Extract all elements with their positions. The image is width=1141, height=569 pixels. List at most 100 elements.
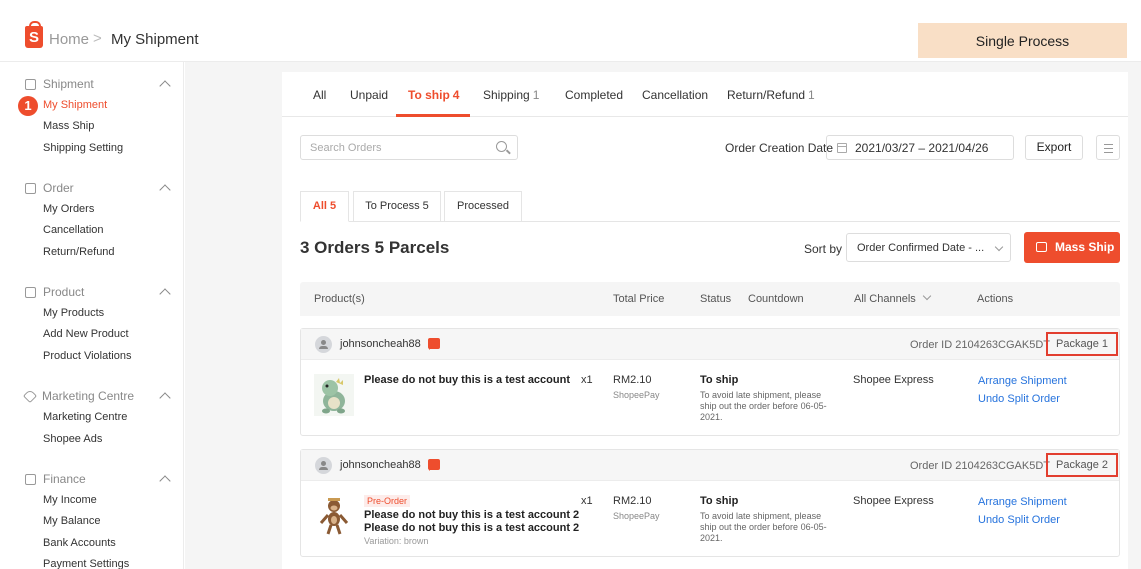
sort-select[interactable]: Order Confirmed Date - ... (846, 233, 1011, 262)
tab-label: Return/Refund (727, 88, 806, 102)
sidebar-section-shipment[interactable]: Shipment (25, 77, 94, 91)
column-channels: All Channels (854, 293, 916, 305)
undo-split-order-link[interactable]: Undo Split Order (978, 514, 1060, 526)
sidebar-item-shipping-setting[interactable]: Shipping Setting (43, 142, 123, 154)
date-range-value: 2021/03/27 – 2021/04/26 (855, 141, 989, 155)
tab-label: Completed (565, 88, 624, 102)
tab-completed[interactable]: Completed (565, 88, 623, 102)
product-thumbnail[interactable] (314, 495, 354, 537)
chat-icon[interactable] (428, 338, 440, 350)
sidebar-item-return-refund[interactable]: Return/Refund (43, 246, 115, 258)
top-bar: S Home > My Shipment Single Process (0, 0, 1141, 62)
tab-return-refund[interactable]: Return/Refund 1 (727, 88, 815, 102)
shopee-logo-icon[interactable]: S (25, 21, 43, 48)
product-thumbnail[interactable] (314, 374, 354, 416)
column-product: Product(s) (314, 293, 365, 305)
sidebar-section-product[interactable]: Product (25, 285, 84, 299)
sidebar-section-label: Order (43, 181, 74, 195)
search-orders[interactable] (300, 135, 518, 160)
sidebar-item-add-new-product[interactable]: Add New Product (43, 328, 129, 340)
sidebar-item-my-products[interactable]: My Products (43, 307, 104, 319)
tab-label: Cancellation (642, 88, 709, 102)
tab-unpaid[interactable]: Unpaid (350, 88, 388, 102)
undo-split-order-link[interactable]: Undo Split Order (978, 393, 1060, 405)
order-price: RM2.10 (613, 495, 652, 507)
tab-cancellation[interactable]: Cancellation (642, 88, 708, 102)
order-id: Order ID 2104263CGAK5DT (910, 339, 1051, 351)
shipment-icon (25, 78, 36, 90)
product-variation: Variation: brown (364, 536, 429, 546)
sidebar-section-marketing[interactable]: Marketing Centre (22, 388, 134, 404)
breadcrumb-separator-icon: > (93, 30, 102, 47)
arrange-shipment-link[interactable]: Arrange Shipment (978, 496, 1067, 508)
sidebar-item-my-income[interactable]: My Income (43, 494, 97, 506)
tab-count: 1 (532, 88, 540, 102)
sidebar-item-bank-accounts[interactable]: Bank Accounts (43, 537, 116, 549)
sidebar-item-my-shipment[interactable]: My Shipment (43, 99, 107, 111)
tab-count: 1 (808, 88, 815, 102)
tab-label: Unpaid (350, 88, 389, 102)
mass-ship-label: Mass Ship (1055, 240, 1115, 254)
mass-ship-icon (1036, 242, 1047, 252)
sidebar-section-order[interactable]: Order (25, 181, 74, 195)
order-card: johnsoncheah88 Order ID 2104263CGAK5DT P… (300, 328, 1120, 436)
avatar (315, 457, 332, 474)
order-card-header: johnsoncheah88 Order ID 2104263CGAK5DT P… (301, 329, 1119, 360)
order-price: RM2.10 (613, 374, 652, 386)
tab-shipping[interactable]: Shipping 1 (483, 88, 539, 102)
sidebar-item-marketing-centre[interactable]: Marketing Centre (43, 411, 127, 423)
order-icon (25, 182, 36, 194)
tab-label: Shipping (483, 88, 530, 102)
sidebar-section-label: Finance (43, 472, 86, 486)
column-status: Status (700, 293, 732, 305)
search-input[interactable] (310, 136, 490, 159)
subtab-to-process[interactable]: To Process 5 (353, 191, 441, 222)
tag-icon (22, 388, 38, 404)
shipping-channel: Shopee Express (853, 374, 934, 386)
chat-icon[interactable] (428, 459, 440, 471)
buyer-username[interactable]: johnsoncheah88 (340, 459, 421, 471)
wallet-icon (25, 473, 36, 485)
mass-ship-button[interactable]: Mass Ship (1024, 232, 1120, 263)
step-badge: 1 (18, 96, 38, 116)
breadcrumb-home[interactable]: Home (49, 31, 89, 48)
product-name: Please do not buy this is a test account… (364, 509, 580, 521)
column-countdown: Countdown (748, 293, 804, 305)
package-label: Package 1 (1046, 332, 1118, 356)
list-menu-button[interactable] (1096, 135, 1120, 160)
tab-label: To ship (408, 88, 450, 102)
date-range-picker[interactable]: 2021/03/27 – 2021/04/26 (826, 135, 1014, 160)
sidebar-section-label: Shipment (43, 77, 94, 91)
product-quantity: x1 (581, 495, 593, 507)
search-icon[interactable] (496, 141, 507, 152)
order-card: johnsoncheah88 Order ID 2104263CGAK5DT P… (300, 449, 1120, 557)
table-header: Product(s) Total Price Status Countdown … (300, 282, 1120, 316)
sidebar-item-payment-settings[interactable]: Payment Settings (43, 558, 129, 569)
tab-all[interactable]: All (313, 88, 326, 102)
subtab-all[interactable]: All 5 (300, 191, 349, 222)
sidebar-item-cancellation[interactable]: Cancellation (43, 224, 104, 236)
product-icon (25, 286, 36, 298)
monkey-toy-image (319, 498, 349, 535)
sidebar-item-mass-ship[interactable]: Mass Ship (43, 120, 94, 132)
menu-icon-line (1104, 152, 1113, 153)
buyer-username[interactable]: johnsoncheah88 (340, 338, 421, 350)
sidebar-section-finance[interactable]: Finance (25, 472, 86, 486)
single-process-label: Single Process (918, 23, 1127, 58)
sidebar-item-my-balance[interactable]: My Balance (43, 515, 100, 527)
export-button[interactable]: Export (1025, 135, 1083, 160)
chevron-down-icon[interactable] (922, 291, 932, 301)
sort-select-value: Order Confirmed Date - ... (857, 242, 985, 254)
sidebar-item-shopee-ads[interactable]: Shopee Ads (43, 433, 102, 445)
tab-to-ship[interactable]: To ship 4 (408, 88, 459, 102)
arrange-shipment-link[interactable]: Arrange Shipment (978, 375, 1067, 387)
sidebar-item-my-orders[interactable]: My Orders (43, 203, 94, 215)
status-note: To avoid late shipment, please ship out … (700, 390, 827, 422)
sidebar-section-label: Product (43, 285, 85, 299)
breadcrumb-current: My Shipment (111, 31, 199, 48)
product-name: Please do not buy this is a test account… (364, 522, 580, 534)
sidebar-item-product-violations[interactable]: Product Violations (43, 350, 131, 362)
tab-label: All (313, 88, 327, 102)
subtab-processed[interactable]: Processed (444, 191, 522, 222)
channels-filter[interactable]: All Channels (854, 293, 916, 305)
